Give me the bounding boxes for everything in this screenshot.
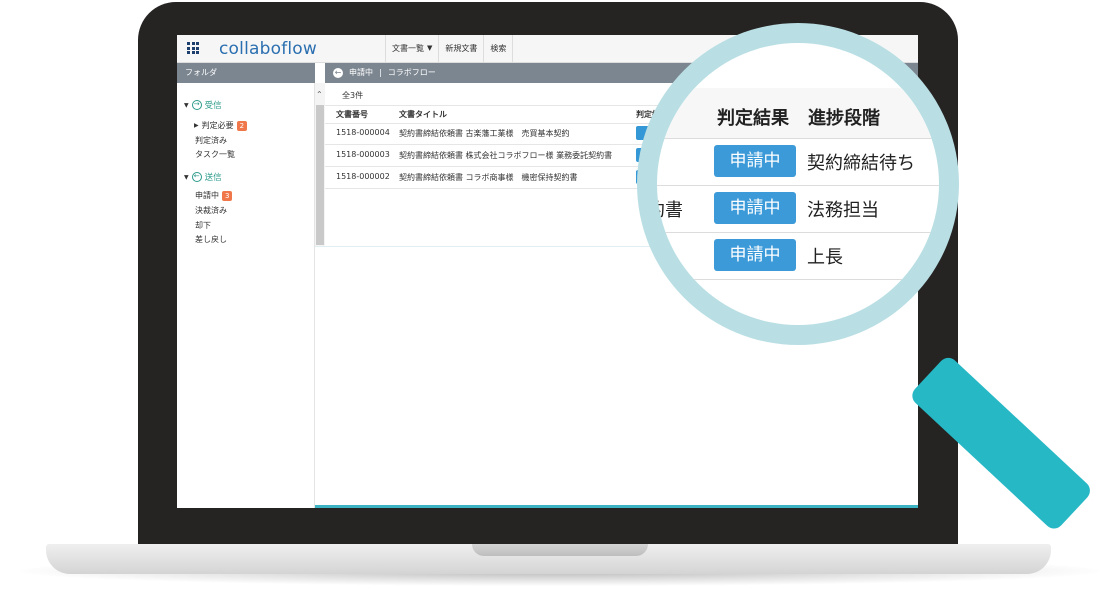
zoomed-row: 約書 申請中 法務担当 一般 <box>657 186 939 233</box>
sidebar-item-needs-decision[interactable]: ▶ 判定必要 2 <box>194 120 248 131</box>
zoomed-row: 申請中 上長 一 <box>657 233 939 280</box>
sidebar-item-label: タスク一覧 <box>195 150 235 159</box>
back-arrow-icon[interactable]: ← <box>333 68 343 78</box>
sidebar-item-rejected[interactable]: 却下 <box>195 220 211 231</box>
sidebar-item-label: 申請中 <box>195 191 219 200</box>
menu-label: 文書一覧 <box>392 44 424 53</box>
magnifier-lens: 判定結果 進捗段階 申請中 契約締結待ち 一般 約書 申請中 法務担当 一般 申… <box>657 43 939 325</box>
result-count: 全3件 <box>342 91 364 100</box>
document-title[interactable]: 契約書締結依頼書 古楽藩工業様 売買基本契約 <box>399 128 570 139</box>
menu-label: 検索 <box>490 44 507 53</box>
arrow-left-circle-icon: ← <box>191 172 202 182</box>
document-number: 1518-000004 <box>336 128 390 137</box>
sidebar-group-inbox[interactable]: ▼ → 受信 <box>184 99 222 111</box>
sidebar: ▼ → 受信 ▶ 判定必要 2 判定済み タスク一覧 ▼ ← 送信 申請中 3 … <box>177 83 315 508</box>
status-badge: 申請中 <box>714 145 796 177</box>
sidebar-item-label: 判定必要 <box>201 121 234 130</box>
sidebar-group-label: 送信 <box>204 173 222 183</box>
sidebar-item-label: 却下 <box>195 221 211 230</box>
column-header: 進捗段階 <box>808 108 880 129</box>
sidebar-item-label: 判定済み <box>195 136 227 145</box>
sidebar-item-label: 決裁済み <box>195 206 227 215</box>
document-title[interactable]: 契約書締結依頼書 コラボ商事様 機密保持契約書 <box>399 172 578 183</box>
scrollbar-thumb[interactable] <box>316 105 324 245</box>
column-header[interactable]: 文書番号 <box>336 109 368 120</box>
menu-search[interactable]: 検索 <box>483 35 514 62</box>
count-badge: 2 <box>236 120 248 131</box>
progress-stage: 契約締結待ち <box>807 153 915 174</box>
status-badge: 申請中 <box>714 192 796 224</box>
zoomed-next-column: 一 <box>937 243 939 269</box>
expand-triangle-icon: ▼ <box>184 173 189 181</box>
zoomed-table-header: 判定結果 進捗段階 <box>657 88 939 139</box>
sidebar-title: フォルダ <box>177 63 315 83</box>
progress-stage: 上長 <box>807 247 843 268</box>
document-number: 1518-000002 <box>336 172 390 181</box>
sidebar-item-task-list[interactable]: タスク一覧 <box>195 149 235 160</box>
sidebar-item-approved[interactable]: 決裁済み <box>195 205 227 216</box>
laptop-notch <box>472 544 648 556</box>
expand-triangle-icon: ▼ <box>184 101 189 109</box>
menu-new-document[interactable]: 新規文書 <box>438 35 483 62</box>
zoomed-row: 申請中 契約締結待ち 一般 <box>657 139 939 186</box>
sidebar-item-label: 差し戻し <box>195 235 227 244</box>
main-header-separator: | <box>379 68 382 77</box>
progress-stage: 法務担当 <box>807 200 879 221</box>
zoomed-table: 判定結果 進捗段階 申請中 契約締結待ち 一般 約書 申請中 法務担当 一般 申… <box>657 43 939 325</box>
main-header-folder: コラボフロー <box>387 68 436 77</box>
accent-bar <box>315 505 918 508</box>
zoomed-next-column: 一般 <box>937 196 939 222</box>
zoomed-next-column: 一般 <box>937 149 939 175</box>
top-menu: 文書一覧 ▼ 新規文書 検索 <box>385 35 514 62</box>
app-grid-icon[interactable] <box>187 42 199 54</box>
column-header: 判定結果 <box>717 108 789 129</box>
sidebar-item-returned[interactable]: 差し戻し <box>195 234 227 245</box>
column-header[interactable]: 文書タイトル <box>399 109 447 120</box>
sidebar-item-decided[interactable]: 判定済み <box>195 135 227 146</box>
chevron-up-icon[interactable]: ⌃ <box>316 90 323 99</box>
menu-document-list[interactable]: 文書一覧 ▼ <box>385 35 438 62</box>
main-header-status: 申請中 <box>349 68 373 77</box>
sidebar-item-applying[interactable]: 申請中 3 <box>195 190 233 201</box>
chevron-down-icon: ▼ <box>427 44 433 52</box>
menu-label: 新規文書 <box>445 44 478 53</box>
zoomed-title-fragment: 約書 <box>657 200 683 221</box>
arrow-right-circle-icon: → <box>191 100 202 110</box>
collapsed-triangle-icon: ▶ <box>194 122 199 129</box>
sidebar-group-outbox[interactable]: ▼ ← 送信 <box>184 171 222 183</box>
sidebar-group-label: 受信 <box>204 101 222 111</box>
document-number: 1518-000003 <box>336 150 390 159</box>
count-badge: 3 <box>222 190 233 201</box>
status-badge: 申請中 <box>714 239 796 271</box>
logo[interactable]: collaboflow <box>219 39 317 59</box>
document-title[interactable]: 契約書締結依頼書 株式会社コラボフロー様 業務委託契約書 <box>399 150 612 161</box>
